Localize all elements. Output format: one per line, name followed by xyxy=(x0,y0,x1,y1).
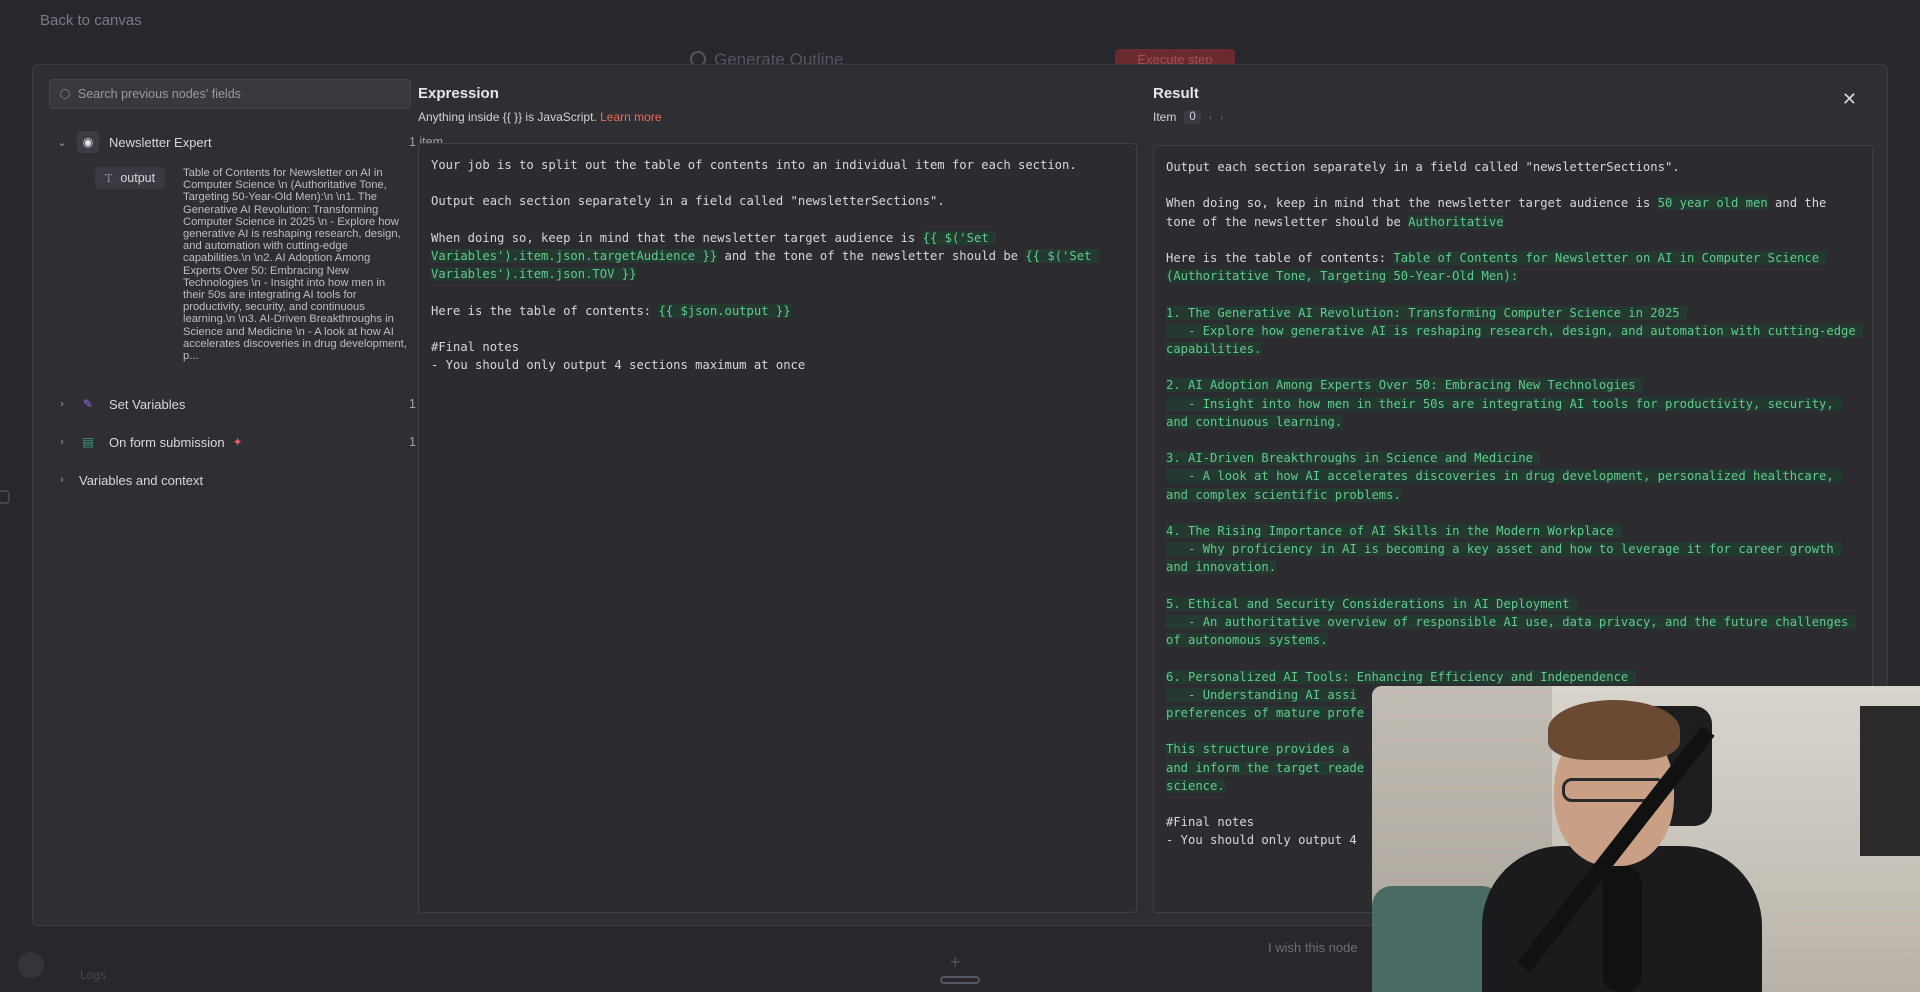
result-text: #Final notes xyxy=(1166,815,1255,830)
expression-line: When doing so, keep in mind that the new… xyxy=(431,229,1124,284)
webcam-overlay xyxy=(1372,686,1920,992)
learn-more-link[interactable]: Learn more xyxy=(600,110,661,124)
expression-line xyxy=(431,211,1124,229)
node-label: On form submission xyxy=(109,434,225,450)
chevron-right-icon[interactable]: › xyxy=(55,436,69,448)
canvas-left-marker xyxy=(0,490,10,504)
result-line xyxy=(1166,231,1860,249)
webcam-monitor xyxy=(1860,706,1920,856)
expression-hint: Anything inside {{ }} is JavaScript. xyxy=(418,110,597,124)
text-type-icon: T xyxy=(105,171,113,185)
result-text: When doing so, keep in mind that the new… xyxy=(1166,196,1658,211)
output-field-row[interactable]: T output Table of Contents for Newslette… xyxy=(95,161,443,385)
input-panel: Search previous nodes' fields ⌄ ◉ Newsle… xyxy=(47,79,443,499)
webcam-person-hair xyxy=(1548,700,1680,760)
expression-line: Here is the table of contents: {{ $json.… xyxy=(431,302,1124,320)
resolved-value: Authoritative xyxy=(1408,214,1504,229)
expression-line: Output each section separately in a fiel… xyxy=(431,192,1124,210)
node-label: Set Variables xyxy=(109,396,186,412)
search-input[interactable]: Search previous nodes' fields xyxy=(49,79,411,109)
result-header: Result Item 0 ‹ › ✕ xyxy=(1153,85,1873,124)
expression-subtitle: Anything inside {{ }} is JavaScript. Lea… xyxy=(418,110,662,124)
chevron-down-icon[interactable]: ⌄ xyxy=(55,136,69,149)
feedback-hint: I wish this node xyxy=(1268,940,1358,955)
close-icon[interactable]: ✕ xyxy=(1842,89,1857,110)
result-line: Output each section separately in a fiel… xyxy=(1166,158,1860,176)
add-icon: + xyxy=(950,952,961,972)
tree-node-variables-context[interactable]: › Variables and context xyxy=(47,461,443,499)
result-text: Here is the table of contents: xyxy=(1166,250,1394,265)
expression-line: #Final notes xyxy=(431,338,1124,356)
expression-text: Output each section separately in a fiel… xyxy=(431,194,945,209)
trigger-bolt-icon: ✦ xyxy=(232,435,243,449)
result-line xyxy=(1166,176,1860,194)
output-field-label: output xyxy=(120,171,156,185)
chevron-right-icon[interactable]: › xyxy=(55,398,69,410)
item-label: Item xyxy=(1153,110,1177,124)
pencil-icon: ✎ xyxy=(82,397,94,411)
panel-drag-handle xyxy=(940,976,980,984)
node-label: Newsletter Expert xyxy=(109,134,212,150)
expression-title: Expression xyxy=(418,85,499,102)
tree-node-set-variables[interactable]: › ✎ Set Variables 1 item xyxy=(47,385,443,423)
item-index-input[interactable]: 0 xyxy=(1184,110,1201,124)
tree-node-on-form-submission[interactable]: › ▤ On form submission ✦ 1 item xyxy=(47,423,443,461)
expression-line xyxy=(431,283,1124,301)
node-tree: ⌄ ◉ Newsletter Expert 1 item T output Ta… xyxy=(47,123,443,499)
expression-text: Here is the table of contents: xyxy=(431,303,659,318)
node-label: Variables and context xyxy=(79,472,204,488)
expression-token: {{ $json.output }} xyxy=(658,303,791,318)
result-text: Output each section separately in a fiel… xyxy=(1166,160,1680,174)
tree-node-newsletter-expert[interactable]: ⌄ ◉ Newsletter Expert 1 item xyxy=(47,123,443,161)
result-title: Result xyxy=(1153,85,1199,102)
next-item-icon[interactable]: › xyxy=(1220,112,1223,123)
back-to-canvas-link[interactable]: Back to canvas xyxy=(40,12,142,29)
expression-line xyxy=(431,320,1124,338)
expression-line: - You should only output 4 sections maxi… xyxy=(431,356,1124,374)
search-icon xyxy=(60,89,70,99)
output-field-chip[interactable]: T output xyxy=(95,167,165,189)
expression-header: Expression Anything inside {{ }} is Java… xyxy=(418,85,662,124)
prev-item-icon[interactable]: ‹ xyxy=(1209,112,1212,123)
result-line: When doing so, keep in mind that the new… xyxy=(1166,194,1860,230)
expression-text: Your job is to split out the table of co… xyxy=(431,158,1077,172)
logs-label: Logs xyxy=(80,968,107,982)
search-placeholder: Search previous nodes' fields xyxy=(78,87,241,101)
output-field-value: Table of Contents for Newsletter on AI i… xyxy=(183,167,407,363)
expression-editor[interactable]: Your job is to split out the table of co… xyxy=(418,143,1137,913)
result-text: - You should only output 4 xyxy=(1166,833,1357,848)
expression-text: #Final notes xyxy=(431,339,520,354)
resolved-value: 50 year old men xyxy=(1657,196,1768,211)
robot-icon: ◉ xyxy=(77,131,99,153)
expression-text: and the tone of the newsletter should be xyxy=(717,248,1026,263)
expression-line xyxy=(431,174,1124,192)
expression-line: Your job is to split out the table of co… xyxy=(431,156,1124,174)
form-icon: ▤ xyxy=(82,435,94,449)
expression-text: When doing so, keep in mind that the new… xyxy=(431,230,923,245)
expression-text: - You should only output 4 sections maxi… xyxy=(431,358,806,373)
chevron-right-icon[interactable]: › xyxy=(55,474,69,486)
webcam-microphone xyxy=(1602,866,1642,992)
bottom-avatar xyxy=(18,952,44,978)
item-selector: Item 0 ‹ › xyxy=(1153,110,1873,124)
